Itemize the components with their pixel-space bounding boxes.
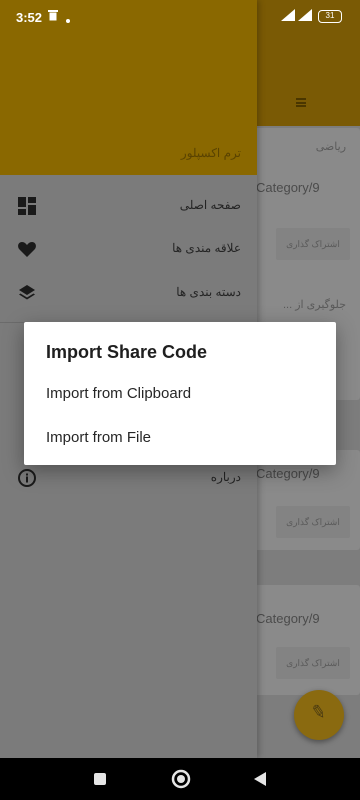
share-button: اشتراک گذاری xyxy=(276,506,350,538)
info-icon xyxy=(17,468,37,488)
drawer-item-categories: دسته بندی ها xyxy=(0,273,257,313)
wifi-icon xyxy=(298,9,312,25)
share-button: اشتراک گذاری xyxy=(276,647,350,679)
dot-icon xyxy=(66,13,70,27)
menu-icon xyxy=(296,98,306,107)
trash-icon xyxy=(48,9,58,25)
drawer-item-label: دسته بندی ها xyxy=(176,285,241,299)
share-button: اشتراک گذاری xyxy=(276,228,350,260)
status-time: 3:52 xyxy=(16,10,43,25)
card-title: ریاضی xyxy=(315,141,346,153)
dashboard-icon xyxy=(17,196,37,216)
status-bar: 3:52 31 xyxy=(0,0,360,34)
layers-icon xyxy=(17,283,37,303)
signal-icon xyxy=(281,9,295,25)
system-nav-bar xyxy=(0,758,360,800)
category-card: Category/9 اشتراک گذاری xyxy=(240,450,360,550)
card-category: Category/9 xyxy=(256,180,320,195)
import-from-file-option[interactable]: Import from File xyxy=(24,418,336,458)
recents-icon xyxy=(93,772,107,791)
back-button[interactable] xyxy=(230,758,290,800)
home-icon xyxy=(171,769,191,794)
dialog-title: Import Share Code xyxy=(46,342,208,362)
recents-button[interactable] xyxy=(70,758,130,800)
battery-icon: 31 xyxy=(318,10,342,23)
card-category: Category/9 xyxy=(256,611,320,626)
drawer-title: ترم اکسپلور xyxy=(180,146,241,160)
drawer-item-label: درباره xyxy=(210,470,241,484)
home-button[interactable] xyxy=(150,758,210,800)
pencil-icon: ✎ xyxy=(309,700,328,724)
import-from-clipboard-option[interactable]: Import from Clipboard xyxy=(24,374,336,414)
card-title: جلوگیری از ... xyxy=(282,299,346,311)
drawer-item-label: علاقه مندی ها xyxy=(172,241,241,255)
back-icon xyxy=(253,771,267,792)
edit-fab-button: ✎ xyxy=(294,690,344,740)
import-share-code-dialog: Import Share Code Import from Clipboard … xyxy=(24,322,336,465)
heart-icon xyxy=(17,239,37,259)
drawer-item-home: صفحه اصلی xyxy=(0,186,257,226)
card-category: Category/9 xyxy=(256,466,320,481)
category-card: Category/9 اشتراک گذاری xyxy=(240,585,360,695)
drawer-item-favorites: علاقه مندی ها xyxy=(0,229,257,269)
drawer-item-label: صفحه اصلی xyxy=(179,198,241,212)
